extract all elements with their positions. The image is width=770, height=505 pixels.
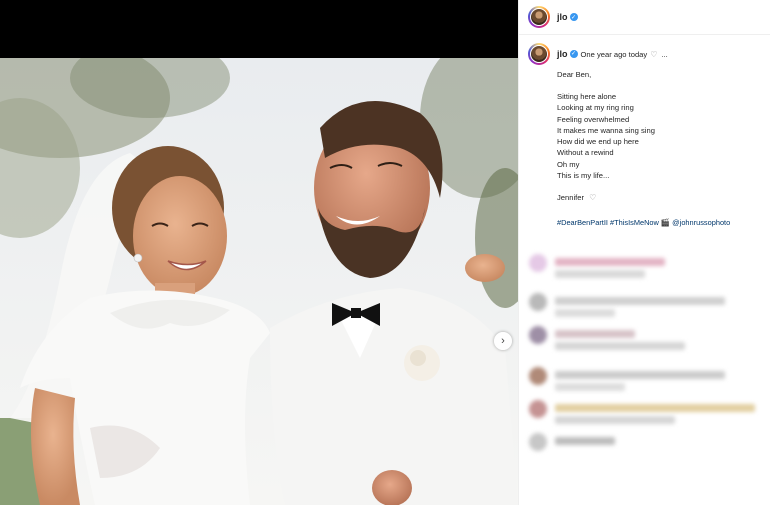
avatar: [529, 254, 547, 272]
caption: jlo ✓ One year ago today ♡ ... Dear Ben,…: [519, 35, 770, 228]
avatar: [529, 400, 547, 418]
post-side-panel: jlo ✓ jlo ✓ One year ago today ♡ ... Dea…: [518, 0, 770, 505]
avatar[interactable]: [528, 6, 550, 28]
blurred-comment-line: [555, 342, 685, 350]
chevron-right-icon: ›: [501, 334, 505, 347]
caption-username[interactable]: jlo: [557, 49, 568, 60]
blurred-comment-line: [555, 437, 615, 445]
verified-badge-icon: ✓: [569, 50, 578, 58]
list-item[interactable]: [519, 248, 770, 281]
username[interactable]: jlo: [557, 12, 568, 22]
heart-icon[interactable]: ♡: [650, 49, 657, 60]
caption-line: Without a rewind: [557, 148, 614, 158]
more-options-icon[interactable]: ...: [661, 49, 667, 60]
heart-icon: ♡: [589, 193, 597, 203]
list-item[interactable]: [519, 287, 770, 320]
next-photo-button[interactable]: ›: [494, 332, 512, 350]
caption-line: This is my life...: [557, 171, 610, 181]
blurred-comment-line: [555, 309, 615, 317]
blurred-comment-line: [555, 371, 725, 379]
caption-line: Oh my: [557, 159, 580, 169]
caption-avatar[interactable]: [528, 43, 550, 65]
caption-tags[interactable]: #DearBenPartII #ThisIsMeNow 🎬 @johnrusso…: [557, 217, 757, 228]
caption-line: Sitting here alone: [557, 92, 617, 101]
blurred-comment-line: [555, 258, 665, 266]
caption-line: Looking at my ring ring: [557, 103, 634, 113]
verified-badge-icon: ✓: [569, 13, 578, 21]
blurred-comment-line: [555, 383, 625, 391]
caption-line: How did we end up here: [557, 137, 639, 147]
list-item[interactable]: [519, 361, 770, 394]
blurred-comment-line: [555, 404, 755, 412]
blurred-comment-line: [555, 330, 635, 338]
post-photo[interactable]: ›: [0, 58, 518, 505]
blurred-comment-line: [555, 270, 645, 278]
caption-line: It makes me wanna sing sing: [557, 125, 655, 135]
signature-text: Jennifer: [557, 193, 585, 203]
avatar: [529, 433, 547, 451]
list-item[interactable]: [519, 394, 770, 427]
post-header: jlo ✓: [519, 0, 770, 35]
avatar: [529, 293, 547, 311]
caption-signature: Jennifer ♡: [557, 192, 757, 203]
blurred-comment-line: [555, 297, 725, 305]
caption-lyrics: Sitting here alone Looking at my ring ri…: [557, 91, 757, 181]
list-item[interactable]: [519, 427, 770, 460]
avatar: [529, 367, 547, 385]
avatar: [529, 326, 547, 344]
blurred-comment-line: [555, 416, 675, 424]
caption-greeting: Dear Ben,: [557, 70, 592, 79]
caption-line: Feeling overwhelmed: [557, 114, 630, 124]
list-item[interactable]: [519, 320, 770, 353]
post-time-ago: One year ago today: [580, 49, 648, 59]
wedding-photo-illustration: [0, 58, 518, 505]
comments-list: [519, 248, 770, 460]
top-black-bar: [0, 0, 518, 58]
